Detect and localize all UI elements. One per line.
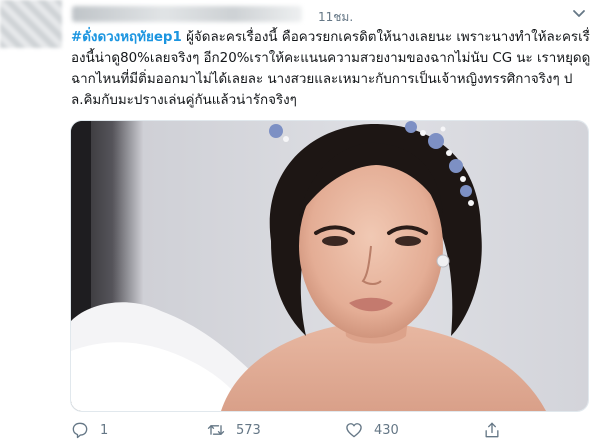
share-icon — [485, 422, 499, 438]
tweet-timestamp[interactable]: 11ชม. — [318, 8, 353, 27]
reply-count: 1 — [100, 422, 109, 438]
chevron-down-icon[interactable] — [571, 6, 587, 20]
retweet-count: 573 — [236, 422, 261, 438]
tweet-text: #ดั่งดวงหฤทัยep1 ผู้จัดละครเรื่องนี้ คือ… — [71, 27, 591, 111]
retweet-button[interactable]: 573 — [206, 417, 261, 443]
tweet-photo[interactable] — [70, 120, 589, 412]
like-icon — [346, 423, 362, 438]
author-avatar[interactable] — [0, 0, 62, 48]
like-button[interactable]: 430 — [344, 417, 399, 443]
retweet-icon — [207, 425, 225, 435]
author-name-redacted[interactable] — [72, 6, 302, 22]
reply-icon — [72, 422, 88, 439]
like-count: 430 — [374, 422, 399, 438]
hashtag-link[interactable]: #ดั่งดวงหฤทัยep1 — [71, 30, 182, 45]
share-button[interactable] — [482, 417, 502, 443]
tweet-actions: 1 573 430 — [0, 417, 600, 445]
reply-button[interactable]: 1 — [70, 417, 108, 443]
